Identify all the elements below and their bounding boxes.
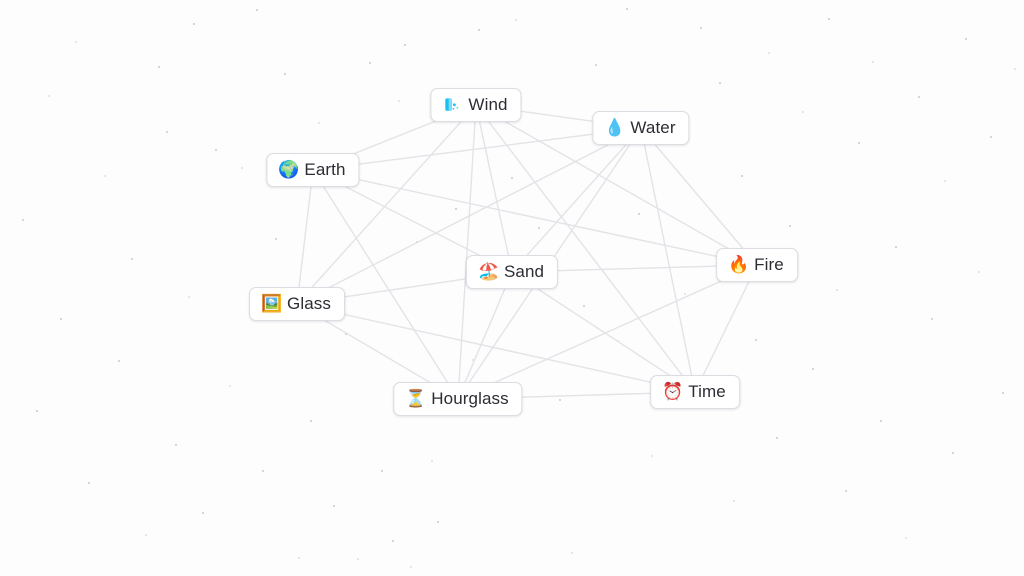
flame-icon: 🔥: [728, 254, 750, 274]
element-node-label: Earth: [304, 160, 346, 179]
droplet-icon: 💧: [604, 117, 626, 137]
element-node-glass[interactable]: 🖼️ Glass: [249, 287, 345, 321]
element-node-time[interactable]: ⏰ Time: [650, 375, 740, 409]
element-node-label: Fire: [754, 255, 784, 274]
wind-icon: [442, 94, 461, 114]
element-node-water[interactable]: 💧 Water: [592, 111, 690, 145]
node-layer: Wind 💧 Water 🌍 Earth 🏖️ Sand 🔥 Fire 🖼️ Glass ⏳ Hourg…: [0, 0, 1024, 576]
hourglass-icon: ⏳: [405, 388, 427, 408]
element-node-label: Water: [630, 118, 676, 137]
element-node-label: Sand: [503, 262, 545, 281]
beach-icon: 🏖️: [477, 261, 500, 281]
element-node-label: Glass: [287, 294, 331, 313]
element-node-sand[interactable]: 🏖️ Sand: [465, 255, 559, 289]
element-node-hourglass[interactable]: ⏳ Hourglass: [393, 382, 523, 416]
element-node-earth[interactable]: 🌍 Earth: [266, 153, 360, 187]
element-node-label: Hourglass: [431, 389, 509, 408]
alarm-clock-icon: ⏰: [662, 381, 684, 401]
element-node-fire[interactable]: 🔥 Fire: [716, 248, 798, 282]
element-node-label: Time: [688, 382, 726, 401]
element-node-label: Wind: [468, 95, 508, 114]
picture-icon: 🖼️: [261, 293, 283, 313]
element-node-wind[interactable]: Wind: [430, 88, 522, 122]
globe-icon: 🌍: [278, 159, 300, 179]
crafting-board[interactable]: Wind 💧 Water 🌍 Earth 🏖️ Sand 🔥 Fire 🖼️ Glass ⏳ Hourg…: [0, 0, 1024, 576]
